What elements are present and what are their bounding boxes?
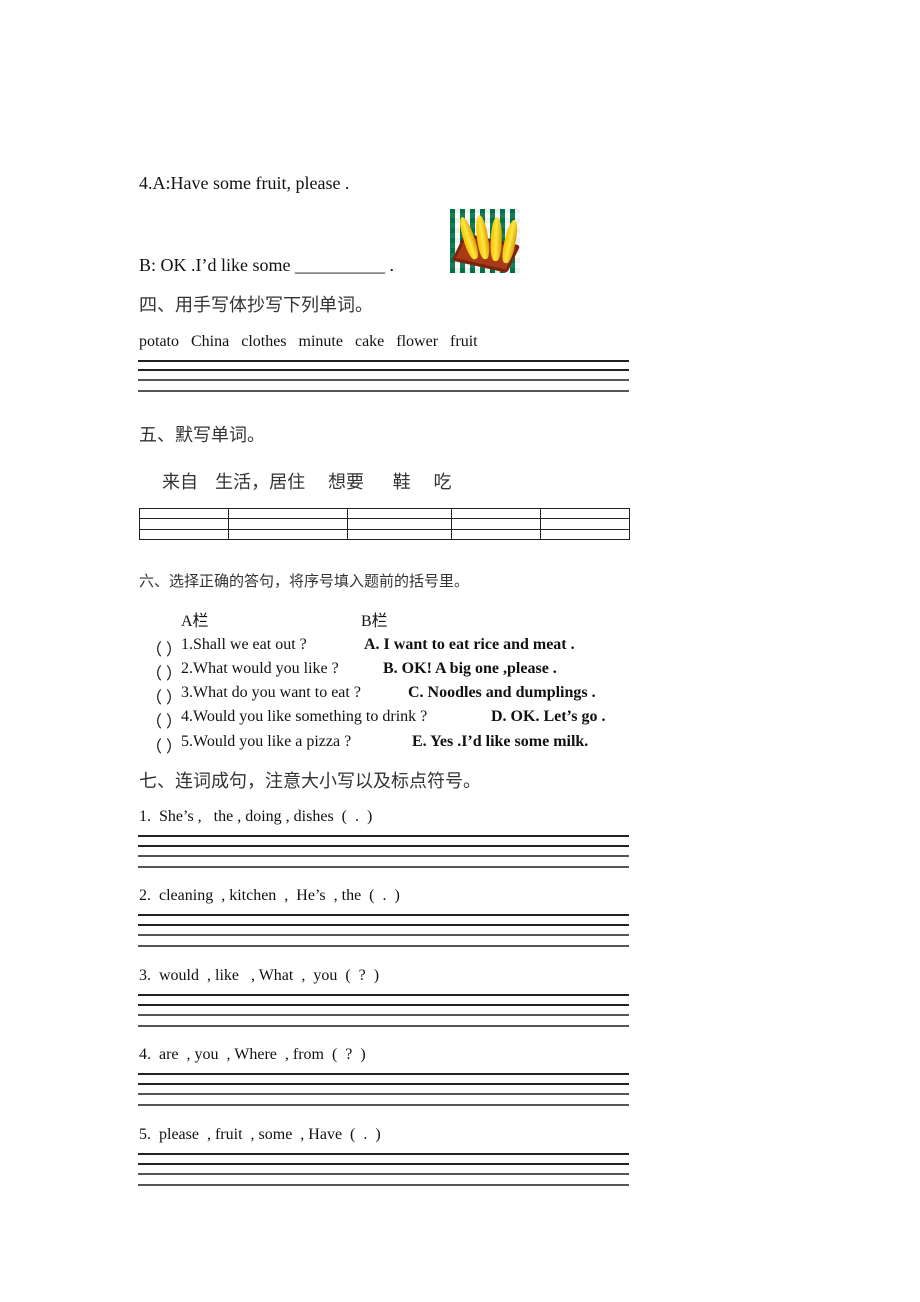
dictation-table [139, 508, 630, 540]
answer-bracket[interactable]: （ ） [146, 684, 182, 708]
table-cell[interactable] [139, 518, 229, 530]
section6-title: 六、选择正确的答句，将序号填入题前的括号里。 [139, 572, 470, 590]
writing-line[interactable] [138, 914, 629, 916]
column-b-header: B栏 [361, 613, 388, 630]
table-cell[interactable] [451, 529, 541, 540]
table-cell[interactable] [540, 529, 630, 540]
writing-line[interactable] [138, 1004, 629, 1006]
writing-line[interactable] [138, 390, 629, 392]
writing-line[interactable] [138, 369, 629, 371]
table-cell[interactable] [228, 508, 348, 519]
table-cell[interactable] [228, 529, 348, 540]
writing-line[interactable] [138, 379, 629, 381]
scrambled-sentence: 1. She’s , the , doing , dishes ( . ) [139, 808, 373, 825]
section4-title: 四、用手写体抄写下列单词。 [139, 295, 373, 316]
writing-line[interactable] [138, 1073, 629, 1075]
table-cell[interactable] [540, 518, 630, 530]
writing-line[interactable] [138, 1025, 629, 1027]
table-cell[interactable] [451, 518, 541, 530]
table-cell[interactable] [228, 518, 348, 530]
writing-line[interactable] [138, 845, 629, 847]
writing-line[interactable] [138, 1163, 629, 1165]
answer-bracket[interactable]: （ ） [146, 636, 182, 660]
question-text: 5.Would you like a pizza ? [181, 733, 352, 750]
answer-option: E. Yes .I’d like some milk. [412, 733, 589, 750]
writing-line[interactable] [138, 1104, 629, 1106]
question-text: 1.Shall we eat out ? [181, 636, 307, 653]
bananas-picture-icon [450, 209, 520, 273]
table-cell[interactable] [347, 508, 452, 519]
writing-line[interactable] [138, 924, 629, 926]
question-text: 3.What do you want to eat ? [181, 684, 361, 701]
answer-option: C. Noodles and dumplings . [408, 684, 596, 701]
writing-line[interactable] [138, 945, 629, 947]
section4-words: potato China clothes minute cake flower … [139, 333, 478, 350]
writing-line[interactable] [138, 1014, 629, 1016]
table-cell[interactable] [451, 508, 541, 519]
section5-words: 来自 生活，居住 想要 鞋 吃 [162, 472, 452, 493]
table-cell[interactable] [139, 508, 229, 519]
writing-line[interactable] [138, 1153, 629, 1155]
table-cell[interactable] [347, 529, 452, 540]
writing-line[interactable] [138, 1184, 629, 1186]
table-cell[interactable] [139, 529, 229, 540]
writing-line[interactable] [138, 994, 629, 996]
answer-bracket[interactable]: （ ） [146, 660, 182, 684]
scrambled-sentence: 4. are , you , Where , from ( ? ) [139, 1046, 366, 1063]
answer-bracket[interactable]: （ ） [146, 733, 182, 757]
column-a-header: A栏 [181, 613, 209, 630]
answer-option: A. I want to eat rice and meat . [364, 636, 575, 653]
table-row [139, 529, 630, 540]
answer-option: D. OK. Let’s go . [491, 708, 606, 725]
table-row [139, 508, 630, 519]
answer-bracket[interactable]: （ ） [146, 708, 182, 732]
writing-line[interactable] [138, 1173, 629, 1175]
question-text: 4.Would you like something to drink ? [181, 708, 428, 725]
dialogue-line-b: B: OK .I’d like some __________ . [139, 255, 394, 275]
scrambled-sentence: 2. cleaning , kitchen , He’s , the ( . ) [139, 887, 400, 904]
table-cell[interactable] [540, 508, 630, 519]
question-text: 2.What would you like ? [181, 660, 339, 677]
writing-line[interactable] [138, 1083, 629, 1085]
writing-line[interactable] [138, 855, 629, 857]
table-cell[interactable] [347, 518, 452, 530]
section7-title: 七、连词成句，注意大小写以及标点符号。 [139, 771, 481, 792]
scrambled-sentence: 3. would , like , What , you ( ? ) [139, 967, 380, 984]
dialogue-line-a: 4.A:Have some fruit, please . [139, 173, 350, 193]
writing-line[interactable] [138, 866, 629, 868]
writing-line[interactable] [138, 360, 629, 362]
answer-option: B. OK! A big one ,please . [383, 660, 557, 677]
section5-title: 五、默写单词。 [139, 425, 265, 446]
scrambled-sentence: 5. please , fruit , some , Have ( . ) [139, 1126, 381, 1143]
writing-line[interactable] [138, 934, 629, 936]
table-row [139, 518, 630, 530]
writing-line[interactable] [138, 835, 629, 837]
writing-line[interactable] [138, 1093, 629, 1095]
